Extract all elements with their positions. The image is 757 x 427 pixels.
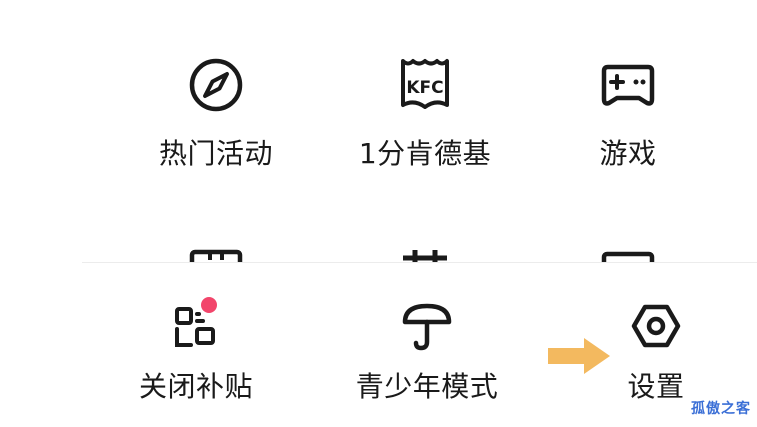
menu-item-label: 1分肯德基 (358, 137, 492, 170)
top-menu-grid: 热门活动 KFC 1分肯德基 游戏 (0, 0, 757, 264)
kfc-icon: KFC (401, 59, 449, 109)
menu-item-label: 游戏 (599, 137, 657, 170)
gamepad-icon (601, 64, 655, 106)
sheet-item-close-subsidy[interactable]: 关闭补贴 (96, 296, 296, 404)
compass-icon (189, 58, 243, 112)
menu-item-label: 热门活动 (158, 137, 273, 170)
sheet-item-label: 关闭补贴 (138, 370, 253, 403)
qr-code-icon (175, 297, 217, 347)
menu-item-games[interactable]: 游戏 (528, 55, 728, 171)
umbrella-icon (402, 303, 452, 351)
menu-item-kfc[interactable]: KFC 1分肯德基 (325, 55, 525, 171)
gear-icon (631, 304, 681, 348)
notification-badge (201, 297, 217, 313)
kfc-logo-text: KFC (406, 78, 443, 98)
sheet-item-teen-mode[interactable]: 青少年模式 (327, 296, 527, 404)
watermark: 孤傲之客 (691, 401, 751, 417)
sheet-item-label: 青少年模式 (355, 370, 499, 403)
arrow-icon (548, 338, 610, 374)
menu-item-hot-activities[interactable]: 热门活动 (116, 55, 316, 171)
